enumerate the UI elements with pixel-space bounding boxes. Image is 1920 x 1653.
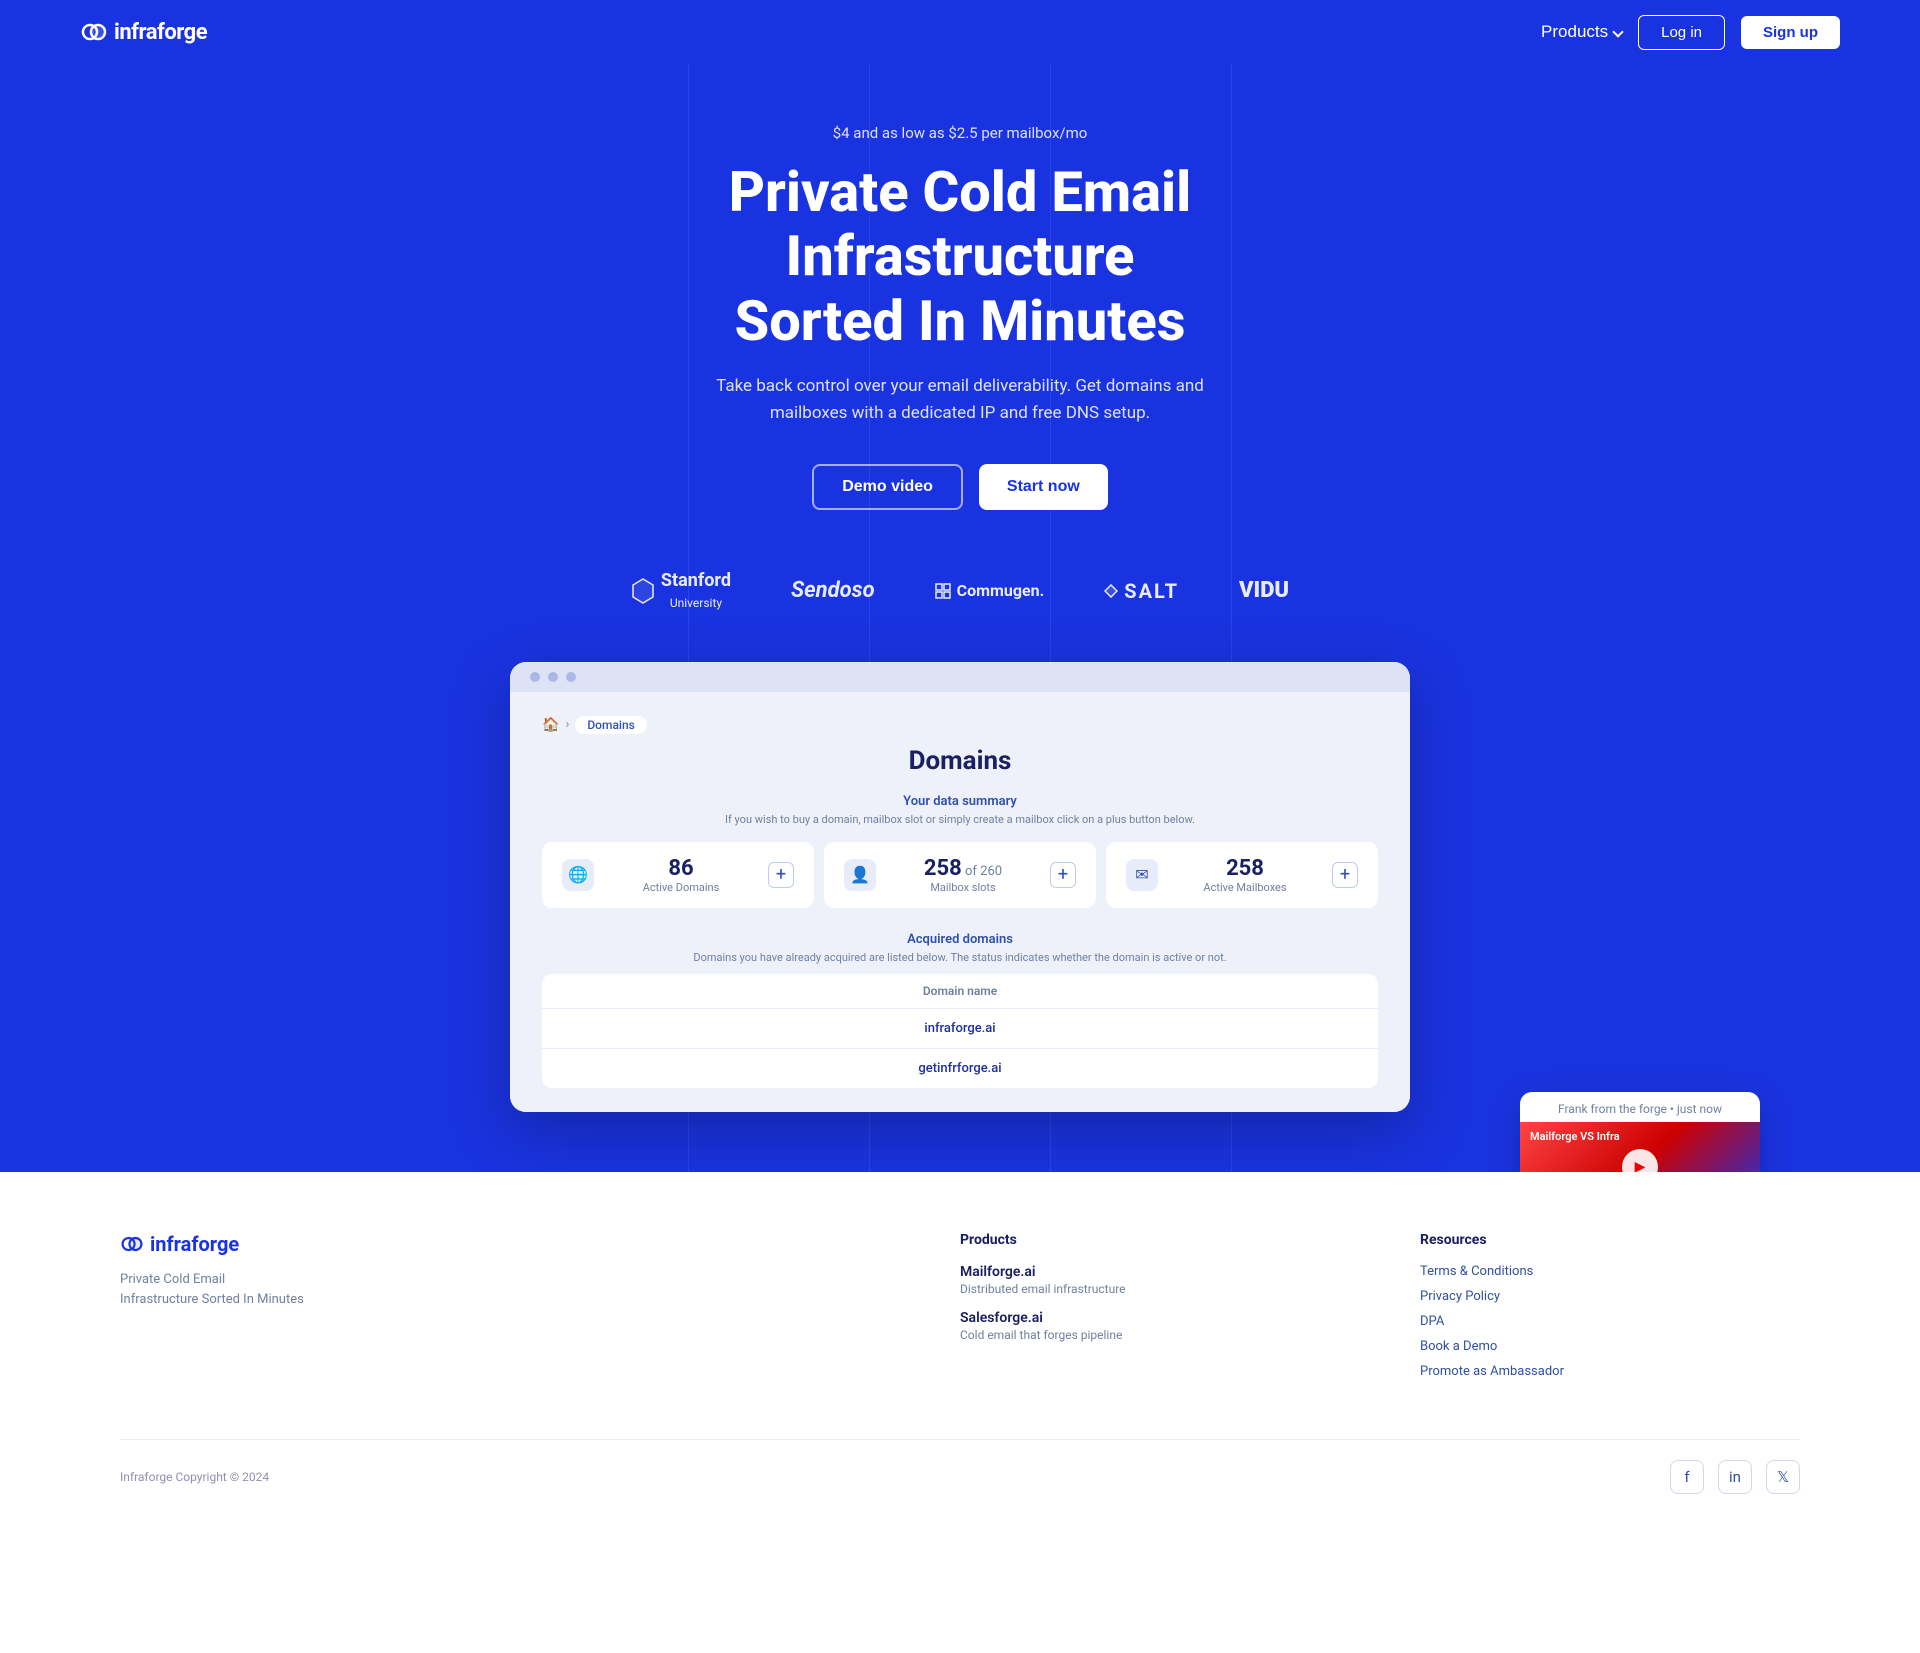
salesforge-name[interactable]: Salesforge.ai (960, 1310, 1340, 1326)
footer-top: infraforge Private Cold Email Infrastruc… (120, 1232, 1800, 1389)
start-now-button[interactable]: Start now (979, 464, 1108, 510)
mailbox-slots-number: 258 of 260 (888, 856, 1038, 881)
hero-section: $4 and as low as $2.5 per mailbox/mo Pri… (0, 64, 1920, 1172)
stats-row: 🌐 86 Active Domains + 👤 258 of 260 (542, 842, 1378, 908)
breadcrumb-home-icon[interactable]: 🏠 (542, 717, 559, 733)
logo-vidu: VIDU (1239, 578, 1289, 603)
mailbox-slots-label: Mailbox slots (888, 881, 1038, 894)
footer-link-demo[interactable]: Book a Demo (1420, 1339, 1800, 1354)
footer-logo[interactable]: infraforge (120, 1232, 880, 1256)
logo-icon (80, 18, 108, 46)
add-mailbox-slot-button[interactable]: + (1050, 862, 1076, 888)
logo-sendoso: Sendoso (791, 578, 875, 603)
acquired-sub: Domains you have already acquired are li… (542, 951, 1378, 964)
domain-table: Domain name infraforge.ai getinfrforge.a… (542, 974, 1378, 1088)
mailforge-name[interactable]: Mailforge.ai (960, 1264, 1340, 1280)
add-domain-button[interactable]: + (768, 862, 794, 888)
footer-tagline: Private Cold Email Infrastructure Sorted… (120, 1270, 880, 1312)
table-row[interactable]: infraforge.ai (542, 1009, 1378, 1049)
footer-brand: infraforge Private Cold Email Infrastruc… (120, 1232, 880, 1389)
stat-active-domains: 🌐 86 Active Domains + (542, 842, 814, 908)
chat-widget: Frank from the forge • just now Mailforg… (1520, 1092, 1760, 1172)
salt-icon (1104, 584, 1118, 598)
user-icon: 👤 (844, 859, 876, 891)
acquired-label: Acquired domains (542, 932, 1378, 947)
footer-products-col: Products Mailforge.ai Distributed email … (960, 1232, 1340, 1389)
facebook-icon[interactable]: f (1670, 1460, 1704, 1494)
footer-link-terms[interactable]: Terms & Conditions (1420, 1264, 1800, 1279)
login-button[interactable]: Log in (1638, 15, 1725, 50)
stat-mailbox-slots: 👤 258 of 260 Mailbox slots + (824, 842, 1096, 908)
active-mailboxes-number: 258 (1170, 856, 1320, 881)
breadcrumb-current: Domains (575, 716, 646, 734)
mailforge-desc: Distributed email infrastructure (960, 1282, 1340, 1296)
breadcrumb: 🏠 › Domains (542, 716, 1378, 734)
dashboard-preview: 🏠 › Domains Domains Your data summary If… (510, 662, 1410, 1112)
products-nav-button[interactable]: Products (1541, 22, 1622, 42)
footer-link-dpa[interactable]: DPA (1420, 1314, 1800, 1329)
twitter-icon[interactable]: 𝕏 (1766, 1460, 1800, 1494)
hero-title: Private Cold Email Infrastructure Sorted… (560, 160, 1360, 353)
nav-right: Products Log in Sign up (1541, 15, 1840, 50)
footer-resources-heading: Resources (1420, 1232, 1800, 1248)
logos-row: StanfordUniversity Sendoso Commugen. SAL… (40, 570, 1880, 612)
footer: infraforge Private Cold Email Infrastruc… (0, 1172, 1920, 1524)
chat-header: Frank from the forge • just now (1520, 1092, 1760, 1122)
footer-socials: f in 𝕏 (1670, 1460, 1800, 1494)
globe-icon: 🌐 (562, 859, 594, 891)
table-row[interactable]: getinfrforge.ai (542, 1049, 1378, 1088)
footer-product-salesforge: Salesforge.ai Cold email that forges pip… (960, 1310, 1340, 1342)
hero-subtitle: Take back control over your email delive… (710, 373, 1210, 427)
dashboard-topbar (510, 662, 1410, 692)
chevron-down-icon (1612, 26, 1623, 37)
footer-products-heading: Products (960, 1232, 1340, 1248)
logo-stanford: StanfordUniversity (631, 570, 731, 612)
summary-label: Your data summary (542, 794, 1378, 809)
mail-icon: ✉ (1126, 859, 1158, 891)
hero-tag: $4 and as low as $2.5 per mailbox/mo (40, 124, 1880, 142)
linkedin-icon[interactable]: in (1718, 1460, 1752, 1494)
footer-link-privacy[interactable]: Privacy Policy (1420, 1289, 1800, 1304)
active-domains-number: 86 (606, 856, 756, 881)
chat-video-label: Mailforge VS Infra (1530, 1130, 1620, 1143)
chat-video-thumbnail[interactable]: Mailforge VS Infra ▶ (1520, 1122, 1760, 1172)
navbar: infraforge Products Log in Sign up (0, 0, 1920, 64)
active-domains-label: Active Domains (606, 881, 756, 894)
footer-link-ambassador[interactable]: Promote as Ambassador (1420, 1364, 1800, 1379)
footer-copyright: Infraforge Copyright © 2024 (120, 1470, 269, 1484)
logo-commugen: Commugen. (935, 581, 1045, 600)
footer-logo-icon (120, 1232, 144, 1256)
footer-resources-col: Resources Terms & Conditions Privacy Pol… (1420, 1232, 1800, 1389)
signup-button[interactable]: Sign up (1741, 16, 1840, 49)
active-mailboxes-label: Active Mailboxes (1170, 881, 1320, 894)
logo[interactable]: infraforge (80, 18, 207, 46)
stat-active-mailboxes: ✉ 258 Active Mailboxes + (1106, 842, 1378, 908)
add-mailbox-button[interactable]: + (1332, 862, 1358, 888)
commugen-icon (935, 583, 951, 599)
summary-sub: If you wish to buy a domain, mailbox slo… (542, 813, 1378, 826)
salesforge-desc: Cold email that forges pipeline (960, 1328, 1340, 1342)
stanford-icon (631, 577, 655, 605)
page-title: Domains (542, 746, 1378, 776)
logo-salt: SALT (1104, 579, 1179, 603)
footer-bottom: Infraforge Copyright © 2024 f in 𝕏 (120, 1439, 1800, 1494)
play-button[interactable]: ▶ (1622, 1149, 1658, 1172)
demo-video-button[interactable]: Demo video (812, 464, 963, 510)
domain-table-header: Domain name (542, 974, 1378, 1009)
hero-buttons: Demo video Start now (40, 464, 1880, 510)
footer-product-mailforge: Mailforge.ai Distributed email infrastru… (960, 1264, 1340, 1296)
